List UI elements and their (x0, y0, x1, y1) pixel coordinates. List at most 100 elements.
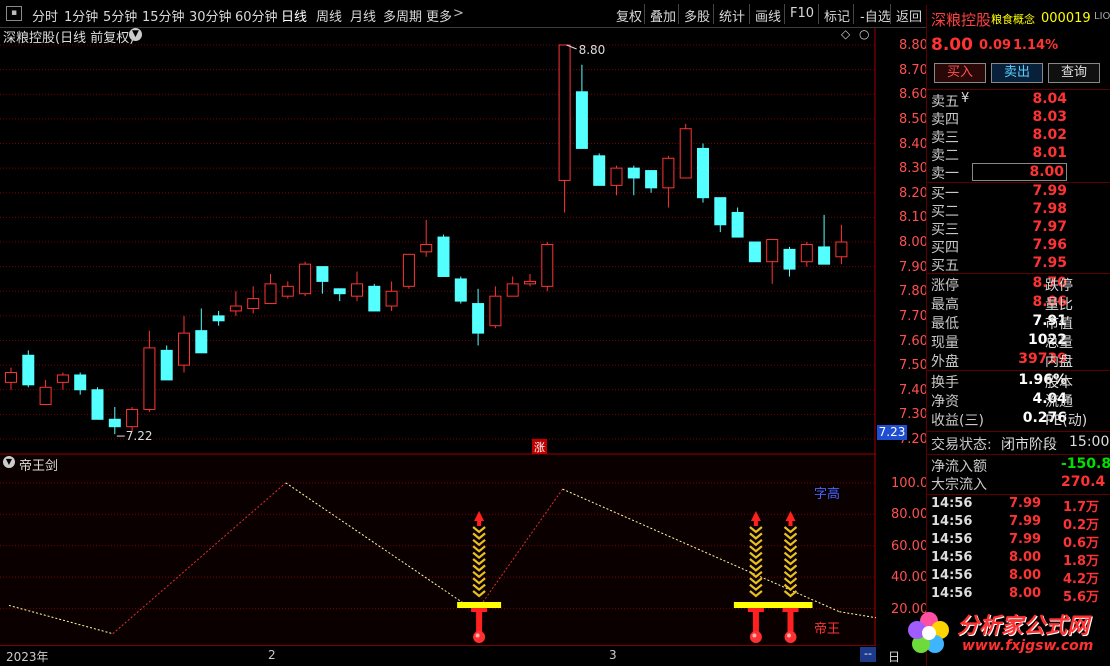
sword-blade-chevron (783, 545, 798, 553)
bid-price: 7.97 (1032, 219, 1067, 235)
buy-button[interactable]: 买入 (934, 63, 986, 83)
toolbar-button[interactable]: 统计 (719, 6, 745, 25)
candle-body (229, 305, 242, 312)
kline-dropdown-icon[interactable]: ▼ (129, 28, 142, 41)
sword-tip-icon (785, 511, 796, 521)
sword-guard (768, 602, 813, 608)
sword-blade-chevron (749, 577, 763, 585)
sword-blade-chevron (783, 590, 798, 598)
toolbar-button[interactable]: -自选 (860, 6, 891, 25)
stat-right-label: 内盘 (1045, 354, 1073, 370)
period-tab[interactable]: 多周期 (383, 6, 422, 25)
stat-label: 最低 (931, 316, 959, 332)
sword-blade-chevron (472, 545, 486, 553)
period-tab[interactable]: 60分钟 (235, 6, 278, 25)
period-tab[interactable]: 1分钟 (64, 6, 98, 25)
candle-body (316, 266, 329, 282)
xaxis-scroll-button[interactable]: -- (860, 647, 876, 662)
flow-label: 大宗流入 (931, 477, 987, 493)
sword-blade-chevron (749, 545, 763, 553)
stat-right-label: 总量 (1045, 335, 1073, 351)
toolbar-separator (890, 4, 891, 24)
tick-time: 14:56 (931, 586, 973, 601)
toolbar-button[interactable]: 标记 (824, 6, 850, 25)
tick-row[interactable]: 14:56 7.99 0.2万 (927, 514, 1110, 533)
stat-right-label: PE(动) (1045, 413, 1088, 429)
candle-body (126, 408, 139, 428)
high-label: 8.80 (579, 43, 606, 57)
tick-price: 8.00 (1009, 550, 1042, 565)
bid-label: 买一 (931, 186, 959, 202)
candle-body (5, 372, 17, 383)
time-axis: 2023年 2 3 -- 日 (0, 645, 900, 666)
bid-row: 买五 7.95 (927, 255, 1110, 274)
tick-volume: 5.6万 (1063, 590, 1100, 605)
sword-handle (787, 612, 794, 632)
stock-name: 深粮控股 (931, 11, 992, 29)
period-tab[interactable]: 30分钟 (189, 6, 232, 25)
period-tab[interactable]: 周线 (316, 6, 342, 25)
toolbar-button[interactable]: 返回 (896, 6, 922, 25)
candle-body (748, 241, 761, 263)
yen-icon: ¥ (961, 91, 970, 106)
divider (927, 494, 1110, 495)
stat-label: 换手 (931, 375, 959, 391)
period-tab[interactable]: 更多 (426, 6, 452, 25)
sword-pommel-highlight (787, 633, 791, 638)
stat-right-label: 股本 (1045, 375, 1073, 391)
xaxis-label-1: 2 (268, 648, 276, 662)
diamond-icon[interactable]: ◇ (841, 27, 850, 41)
trade-status-time: 15:00 (1069, 434, 1110, 450)
flow-row: 大宗流入 270.4 (927, 474, 1110, 493)
period-tab[interactable]: 分时 (32, 6, 58, 25)
tick-row[interactable]: 14:56 8.00 5.6万 (927, 586, 1110, 605)
candle-body (714, 197, 727, 226)
sword-blade-chevron (749, 583, 763, 592)
candle-body (420, 243, 433, 253)
ask-label: 卖四 (931, 112, 959, 128)
indicator-line-segment (8, 604, 113, 635)
sword-blade-chevron (783, 558, 798, 566)
period-tab[interactable]: 月线 (350, 6, 376, 25)
period-tab[interactable]: 5分钟 (103, 6, 137, 25)
candle-body (472, 303, 485, 334)
toolbar-button[interactable]: 复权 (616, 6, 642, 25)
kline-y-tick: 8.60 (899, 87, 928, 103)
tick-row[interactable]: 14:56 7.99 0.6万 (927, 532, 1110, 551)
sword-pommel-highlight (752, 633, 757, 638)
stock-concept[interactable]: 粮食概念 (991, 11, 1035, 27)
divider (927, 454, 1110, 455)
close-panel-icon[interactable]: ○ (859, 27, 869, 41)
watermark-title: 分析家公式网 (957, 614, 1090, 639)
toolbar-button[interactable]: 多股 (684, 6, 710, 25)
query-button[interactable]: 查询 (1048, 63, 1100, 83)
tick-row[interactable]: 14:56 8.00 1.8万 (927, 550, 1110, 569)
sword-guard-red (747, 608, 764, 612)
period-tab[interactable]: 日线 (281, 6, 307, 25)
sword-blade-chevron (472, 577, 486, 585)
indicator-dropdown-icon[interactable]: ▼ (3, 456, 15, 468)
panel-toggle-icon[interactable]: ▪ (6, 6, 22, 21)
tick-row[interactable]: 14:56 8.00 4.2万 (927, 568, 1110, 587)
sword-guard (457, 602, 502, 608)
candle-body (212, 315, 225, 322)
period-unit-button[interactable]: 日 (888, 648, 900, 665)
kline-panel: 8.80 7.22 涨 深粮控股(日线 前复权) ▼ ◇ ○ 8.80 8.70 8.6… (0, 27, 928, 455)
stat-label: 现量 (931, 335, 959, 351)
sword-signal (457, 511, 502, 643)
period-tab[interactable]: 15分钟 (142, 6, 185, 25)
indicator-y-tick: 40.00 (891, 570, 929, 586)
toolbar-button[interactable]: 叠加 (650, 6, 676, 25)
sell-button[interactable]: 卖出 (991, 63, 1043, 83)
toolbar-button[interactable]: F10 (790, 6, 814, 21)
tick-volume: 0.6万 (1063, 536, 1100, 551)
sword-tip-stem (477, 521, 482, 526)
bid-label: 买五 (931, 258, 959, 274)
current-price-tag: 7.23 (877, 424, 907, 440)
bid-row: 买二 7.98 (927, 201, 1110, 220)
tick-row[interactable]: 14:56 7.99 1.7万 (927, 496, 1110, 515)
tick-price: 7.99 (1009, 532, 1042, 547)
ask-label: 卖一 (931, 166, 959, 182)
toolbar-button[interactable]: 画线 (755, 6, 781, 25)
kline-chart: 8.80 7.22 涨 (0, 28, 876, 455)
